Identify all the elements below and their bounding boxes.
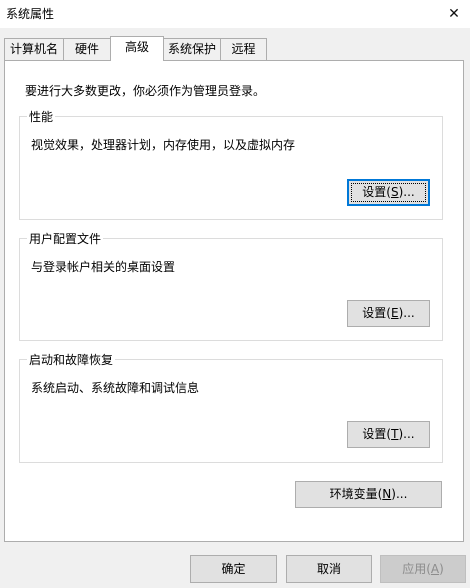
tab-strip: 计算机名 硬件 高级 系统保护 远程: [4, 36, 464, 61]
environment-variables-button[interactable]: 环境变量(N)...: [295, 481, 442, 508]
user-profiles-group: 用户配置文件 与登录帐户相关的桌面设置 设置(E)...: [19, 230, 443, 341]
user-profiles-description: 与登录帐户相关的桌面设置: [31, 260, 176, 274]
startup-recovery-title: 启动和故障恢复: [27, 351, 116, 368]
user-profiles-title: 用户配置文件: [27, 230, 104, 247]
title-bar: 系统属性 ✕: [0, 0, 470, 28]
performance-title: 性能: [27, 108, 56, 125]
tab-remote[interactable]: 远程: [220, 38, 267, 60]
startup-recovery-group: 启动和故障恢复 系统启动、系统故障和调试信息 设置(T)...: [19, 351, 443, 463]
ok-button[interactable]: 确定: [190, 555, 277, 583]
close-icon[interactable]: ✕: [444, 4, 464, 24]
performance-settings-button[interactable]: 设置(S)...: [347, 179, 430, 206]
startup-recovery-settings-button[interactable]: 设置(T)...: [347, 421, 430, 448]
admin-notice: 要进行大多数更改，你必须作为管理员登录。: [25, 84, 266, 98]
cancel-button[interactable]: 取消: [286, 555, 372, 583]
performance-group: 性能 视觉效果，处理器计划，内存使用，以及虚拟内存 设置(S)...: [19, 108, 443, 220]
tab-system-protection[interactable]: 系统保护: [163, 38, 221, 60]
performance-settings-label: 设置(S)...: [351, 183, 426, 202]
tab-hardware[interactable]: 硬件: [63, 38, 111, 60]
tab-advanced[interactable]: 高级: [110, 36, 164, 61]
user-profiles-settings-button[interactable]: 设置(E)...: [347, 300, 430, 327]
window-title: 系统属性: [6, 7, 55, 21]
apply-button[interactable]: 应用(A): [380, 555, 466, 583]
performance-description: 视觉效果，处理器计划，内存使用，以及虚拟内存: [31, 138, 296, 152]
startup-recovery-description: 系统启动、系统故障和调试信息: [31, 381, 200, 395]
tab-computer-name[interactable]: 计算机名: [4, 38, 64, 60]
